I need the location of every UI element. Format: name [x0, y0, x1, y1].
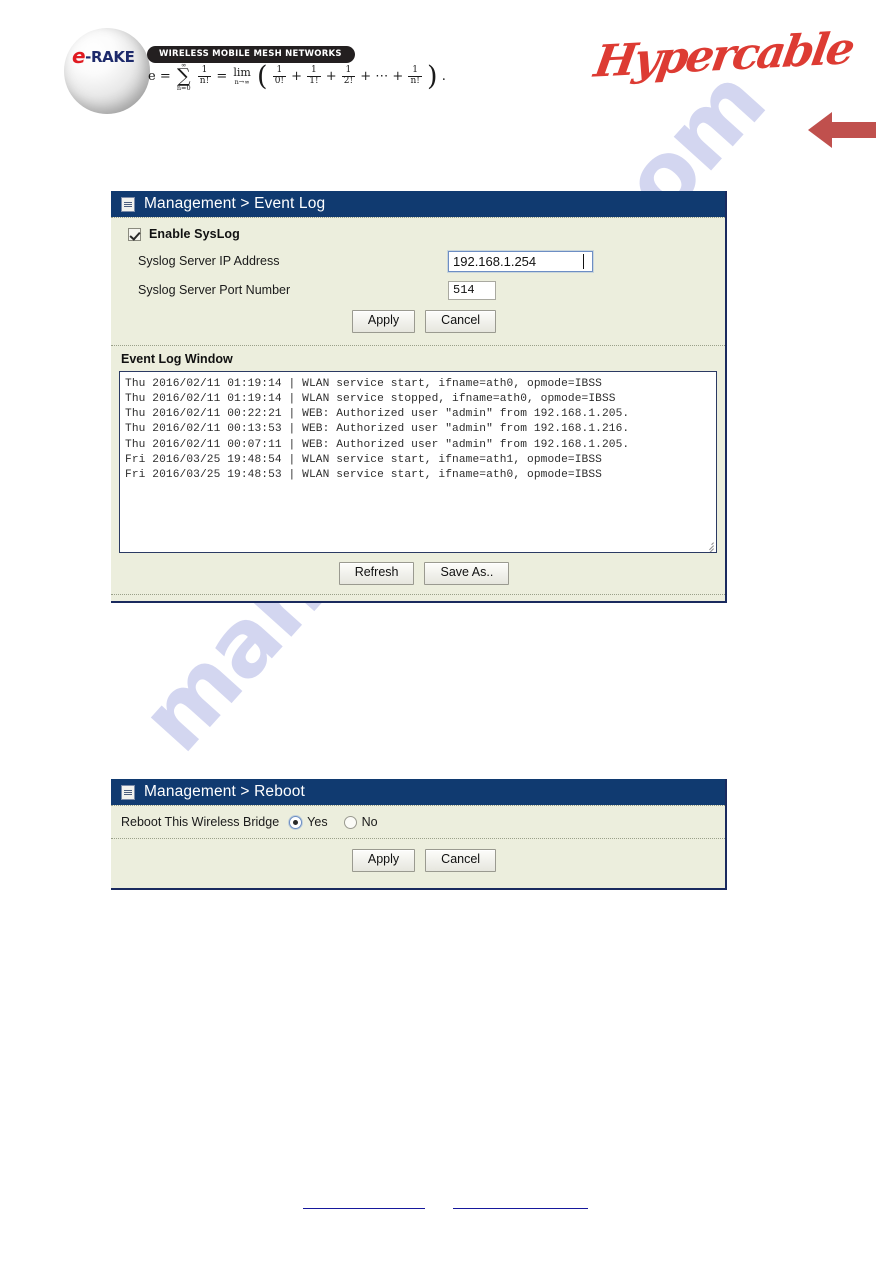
erake-wordmark: e-RAKE	[72, 44, 135, 68]
sum-sigma: ∑	[176, 64, 191, 87]
document-lines-icon	[121, 196, 135, 212]
syslog-form: Enable SysLog Syslog Server IP Address S…	[111, 218, 725, 345]
plus-2: +	[325, 69, 337, 84]
syslog-ip-input-wrap	[448, 250, 593, 272]
reboot-button-row: Apply Cancel	[123, 839, 725, 882]
reboot-no-radio[interactable]	[343, 815, 357, 829]
save-as-button[interactable]: Save As..	[424, 561, 510, 585]
reboot-bottom-spacer	[111, 882, 725, 888]
fraction-term-1: 1 0!	[272, 65, 287, 86]
syslog-port-row: Syslog Server Port Number	[111, 279, 725, 301]
textarea-resize-handle[interactable]	[702, 538, 715, 552]
tagline-pill: WIRELESS MOBILE MESH NETWORKS	[147, 46, 355, 63]
enable-syslog-checkbox[interactable]	[128, 227, 141, 241]
fraction-term-3: 1 2!	[341, 65, 356, 86]
limit-operator: lim n→∞	[233, 66, 251, 86]
enable-syslog-row[interactable]: Enable SysLog	[111, 227, 725, 241]
formula-lead: e =	[148, 69, 171, 84]
brand-header: e-RAKE WIRELESS MOBILE MESH NETWORKS e =…	[0, 0, 893, 150]
reboot-yes-radio[interactable]	[289, 815, 303, 829]
page-watermark: manualshive.com	[0, 0, 893, 1263]
event-log-textarea[interactable]: Thu 2016/02/11 01:19:14 | WLAN service s…	[119, 370, 717, 553]
hypercable-logo: Hypercable	[590, 23, 857, 88]
fraction-1-over-nfact: 1 n!	[197, 65, 212, 86]
panel-bottom-spacer	[111, 595, 725, 601]
enable-syslog-label: Enable SysLog	[149, 227, 240, 241]
reboot-prompt-label: Reboot This Wireless Bridge	[121, 815, 280, 829]
reboot-apply-button[interactable]: Apply	[351, 849, 416, 872]
refresh-button[interactable]: Refresh	[338, 561, 415, 585]
document-lines-icon	[121, 784, 135, 800]
summation-operator: ∞ ∑ n=0	[177, 62, 191, 91]
event-log-panel-header: Management > Event Log	[111, 191, 725, 217]
fraction-term-2: 1 1!	[307, 65, 321, 86]
event-log-panel-title: Management > Event Log	[144, 195, 326, 212]
reboot-cancel-button[interactable]: Cancel	[425, 849, 497, 872]
reboot-no-label: No	[361, 815, 378, 829]
paren-close: )	[427, 60, 438, 92]
reboot-panel-header: Management > Reboot	[111, 779, 725, 805]
syslog-ip-input[interactable]	[448, 250, 593, 272]
erake-sphere-logo	[64, 28, 150, 114]
left-arrow-icon	[808, 112, 876, 148]
reboot-yes-label: Yes	[307, 815, 328, 829]
erake-letter-e: e	[72, 44, 86, 68]
plus-ellipsis: + ⋯ +	[360, 69, 404, 84]
reboot-panel-title: Management > Reboot	[144, 783, 305, 800]
fraction-term-n: 1 n!	[408, 65, 422, 86]
syslog-ip-label: Syslog Server IP Address	[138, 254, 280, 268]
event-log-panel-body: Enable SysLog Syslog Server IP Address S…	[111, 217, 725, 601]
event-log-panel: Management > Event Log Enable SysLog Sys…	[111, 191, 727, 603]
footer-link-left[interactable]	[303, 1194, 425, 1209]
plus-1: +	[291, 69, 303, 84]
reboot-panel-body: Reboot This Wireless Bridge Yes No Apply…	[111, 805, 725, 888]
syslog-cancel-button[interactable]: Cancel	[425, 310, 497, 333]
sum-lower-limit: n=0	[176, 83, 191, 92]
log-button-row: Refresh Save As..	[123, 553, 725, 594]
footer-link-right[interactable]	[453, 1194, 588, 1209]
erake-rake-text: -RAKE	[85, 48, 135, 66]
event-log-window-title: Event Log Window	[121, 351, 233, 366]
reboot-choice-row: Reboot This Wireless Bridge Yes No	[111, 806, 725, 838]
syslog-apply-button[interactable]: Apply	[351, 310, 416, 333]
syslog-ip-row: Syslog Server IP Address	[111, 250, 725, 272]
text-cursor	[583, 253, 584, 269]
reboot-panel: Management > Reboot Reboot This Wireless…	[111, 779, 727, 890]
syslog-port-label: Syslog Server Port Number	[138, 283, 291, 297]
event-log-content: Thu 2016/02/11 01:19:14 | WLAN service s…	[125, 377, 630, 481]
formula-period: .	[441, 69, 446, 84]
syslog-button-row: Apply Cancel	[123, 308, 725, 337]
formula-equals-2: =	[216, 69, 228, 84]
paren-open: (	[257, 60, 268, 92]
euler-formula: e = ∞ ∑ n=0 1 n! = lim n→∞ ( 1 0! + 1 1!…	[148, 62, 446, 91]
syslog-port-input[interactable]	[448, 280, 496, 300]
footer-links	[0, 1194, 893, 1214]
